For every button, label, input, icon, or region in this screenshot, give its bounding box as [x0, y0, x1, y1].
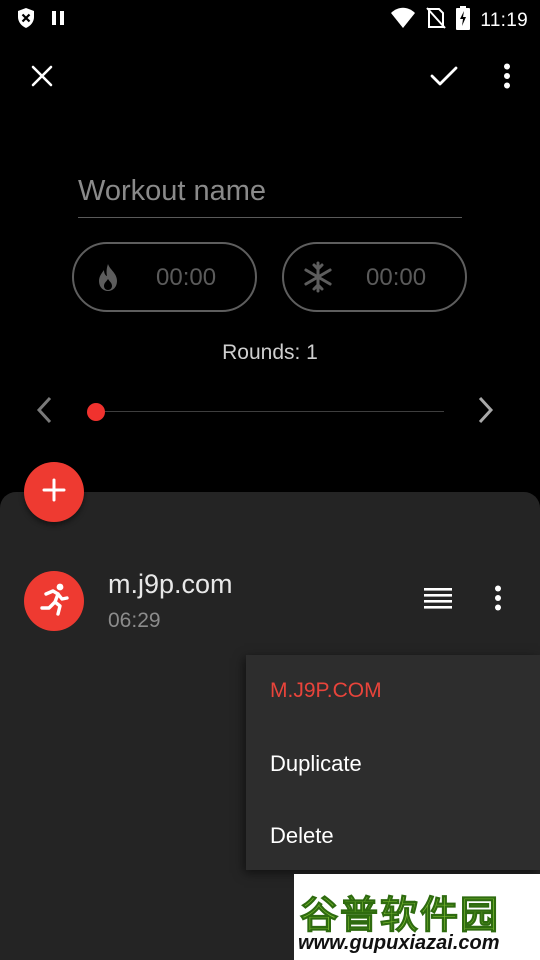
shield-icon	[16, 7, 36, 34]
toolbar	[0, 50, 540, 106]
warmup-timer[interactable]: 00:00	[72, 242, 257, 312]
menu-item-duplicate[interactable]: Duplicate	[270, 751, 362, 777]
battery-charging-icon	[456, 6, 471, 35]
plus-icon	[42, 478, 66, 507]
exercise-options-button[interactable]	[478, 580, 518, 620]
wifi-icon	[390, 7, 416, 34]
rounds-label: Rounds: 1	[222, 341, 318, 364]
close-button[interactable]	[14, 50, 70, 106]
exercise-duration: 06:29	[108, 609, 161, 632]
reorder-handle[interactable]	[418, 580, 458, 620]
add-exercise-button[interactable]	[24, 462, 84, 522]
clock: 11:19	[480, 9, 528, 31]
more-vert-icon	[494, 585, 502, 616]
menu-header: M.J9P.COM	[270, 679, 382, 702]
pause-icon	[50, 9, 66, 32]
chevron-right-icon	[477, 396, 495, 429]
next-round-button[interactable]	[466, 392, 506, 432]
round-progress-dot[interactable]	[87, 403, 105, 421]
exercise-avatar	[24, 571, 84, 631]
exercise-title: m.j9p.com	[108, 569, 233, 599]
warmup-time: 00:00	[156, 264, 217, 291]
check-icon	[430, 65, 458, 92]
menu-item-delete[interactable]: Delete	[270, 823, 334, 849]
watermark: 谷普软件园 www.gupuxiazai.com	[294, 874, 540, 960]
snowflake-icon	[302, 261, 334, 293]
watermark-url: www.gupuxiazai.com	[298, 932, 500, 954]
flame-icon	[92, 261, 124, 293]
running-person-icon	[36, 581, 72, 622]
close-icon	[31, 65, 53, 92]
round-progress-track	[96, 411, 444, 412]
cooldown-timer[interactable]: 00:00	[282, 242, 467, 312]
workout-name-input[interactable]	[78, 172, 462, 217]
watermark-logo-text: 谷普软件园	[299, 893, 501, 938]
save-button[interactable]	[416, 50, 472, 106]
chevron-left-icon	[35, 396, 53, 429]
status-bar: 11:19	[0, 0, 540, 36]
drag-handle-icon	[424, 587, 452, 614]
no-sim-icon	[426, 6, 447, 35]
workout-name-field[interactable]	[78, 172, 462, 218]
previous-round-button[interactable]	[24, 392, 64, 432]
cooldown-time: 00:00	[366, 264, 427, 291]
overflow-menu-button[interactable]	[479, 50, 535, 106]
more-vert-icon	[503, 63, 511, 94]
exercise-context-menu: M.J9P.COM Duplicate Delete	[246, 655, 540, 870]
